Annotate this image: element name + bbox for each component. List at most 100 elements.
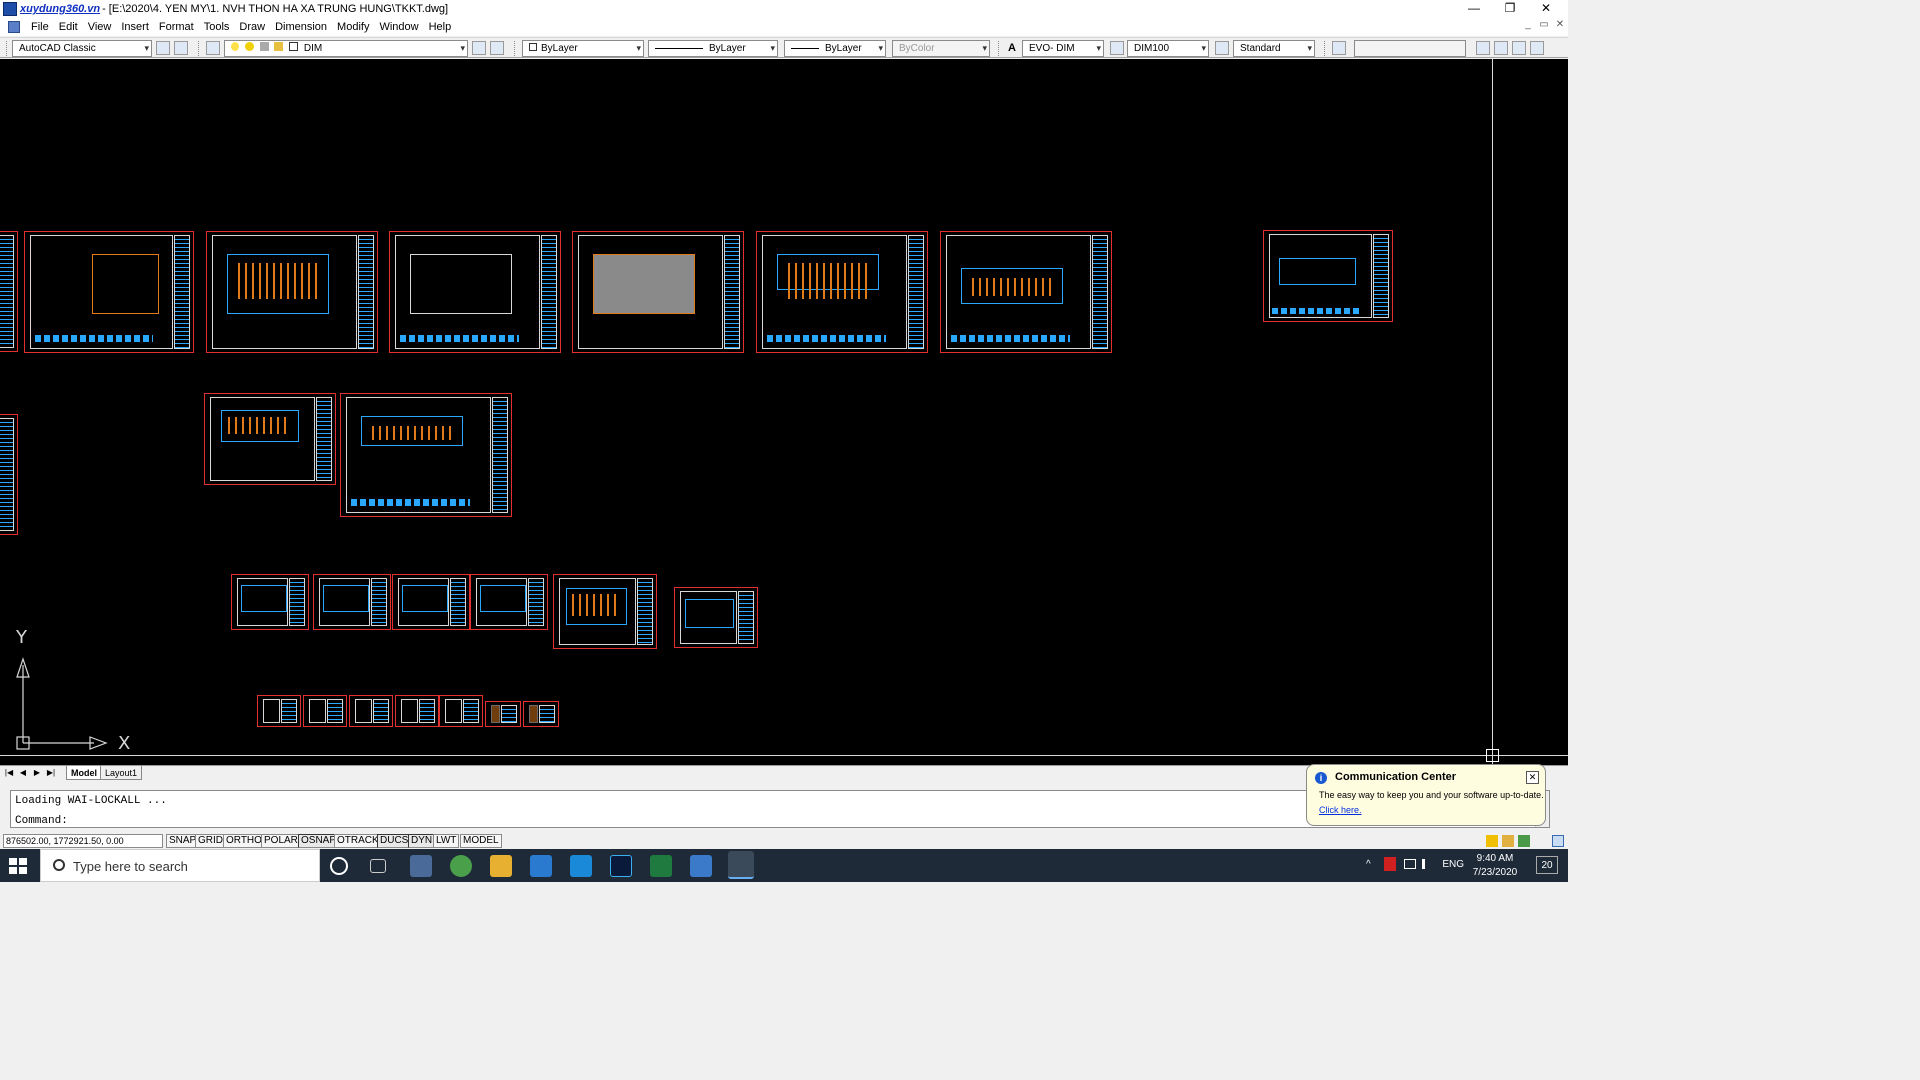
doc-restore-button[interactable]: ▭ [1536, 19, 1552, 30]
layer-properties-icon[interactable] [206, 41, 220, 55]
color-select[interactable]: ByLayer ▾ [522, 40, 644, 57]
ducs-toggle[interactable]: DUCS [377, 834, 412, 848]
next-tab-button[interactable]: ▶ [30, 767, 44, 779]
drawing-sheet-detail[interactable] [231, 574, 309, 630]
delete-layout-icon[interactable] [1512, 41, 1526, 55]
drawing-sheet-roof[interactable] [572, 231, 744, 353]
restore-button[interactable]: ❐ [1492, 0, 1528, 18]
calculator-icon[interactable] [410, 855, 432, 877]
menu-view[interactable]: View [83, 21, 117, 33]
otrack-toggle[interactable]: OTRACK [334, 834, 382, 848]
chevron-up-icon[interactable]: ^ [1366, 859, 1371, 870]
tray-settings-icon[interactable] [1518, 835, 1530, 847]
polar-toggle[interactable]: POLAR [261, 834, 301, 848]
drawing-sheet[interactable] [0, 231, 18, 352]
workspace-select[interactable]: AutoCAD Classic ▾ [12, 40, 152, 57]
grid-toggle[interactable]: GRID [195, 834, 226, 848]
antivirus-icon[interactable] [1384, 857, 1396, 871]
taskbar-clock[interactable]: 9:40 AM 7/23/2020 [1470, 852, 1520, 880]
task-view-icon[interactable] [370, 859, 386, 873]
prev-tab-button[interactable]: ◀ [16, 767, 30, 779]
clean-screen-icon[interactable] [1552, 835, 1564, 847]
doc-close-button[interactable]: ✕ [1552, 19, 1568, 30]
menu-edit[interactable]: Edit [54, 21, 83, 33]
drawing-sheet-small[interactable] [395, 695, 439, 727]
cortana-icon[interactable] [330, 857, 348, 875]
autocad-app-icon[interactable] [3, 2, 17, 16]
input-language[interactable]: ENG [1442, 859, 1464, 870]
drawing-sheet-section[interactable] [1263, 230, 1393, 322]
toolbar-grip[interactable] [998, 41, 1001, 56]
autocad-taskbar-icon[interactable] [728, 851, 754, 879]
make-object-layer-current-icon[interactable] [472, 41, 486, 55]
drawing-sheet-small[interactable] [485, 701, 521, 727]
mail-icon[interactable] [570, 855, 592, 877]
menu-file[interactable]: File [26, 21, 54, 33]
toolbar-grip[interactable] [198, 41, 201, 56]
balloon-close-button[interactable]: ✕ [1526, 771, 1539, 784]
workspace-settings-icon[interactable] [156, 41, 170, 55]
layout-icon[interactable] [1476, 41, 1490, 55]
menu-help[interactable]: Help [424, 21, 457, 33]
drawing-sheet-floor-plan[interactable] [206, 231, 378, 353]
drawing-sheet-elevation[interactable] [340, 393, 512, 517]
tab-layout1[interactable]: Layout1 [100, 766, 143, 780]
drawing-sheet-section[interactable] [204, 393, 336, 485]
block-editor-icon[interactable] [1332, 41, 1346, 55]
dim-style-select[interactable]: DIM100 ▾ [1127, 40, 1209, 57]
layer-select[interactable]: DIM ▾ [224, 40, 468, 57]
warning-icon[interactable] [1486, 835, 1498, 847]
toolbar-grip[interactable] [6, 41, 9, 56]
workspace-save-icon[interactable] [174, 41, 188, 55]
taskbar-search-box[interactable]: Type here to search [40, 849, 320, 882]
menu-format[interactable]: Format [154, 21, 199, 33]
text-style-icon[interactable]: A [1005, 41, 1019, 55]
new-layout-icon[interactable] [1494, 41, 1508, 55]
last-tab-button[interactable]: ▶| [44, 767, 58, 779]
balloon-link[interactable]: Click here. [1319, 805, 1362, 815]
menu-modify[interactable]: Modify [332, 21, 374, 33]
action-center-icon[interactable]: 20 [1536, 856, 1558, 874]
coccoc-browser-icon[interactable] [450, 855, 472, 877]
drawing-sheet-elevation[interactable] [756, 231, 928, 353]
first-tab-button[interactable]: |◀ [2, 767, 16, 779]
lock-icon[interactable] [1502, 835, 1514, 847]
lineweight-select[interactable]: ByLayer ▾ [784, 40, 886, 57]
ortho-toggle[interactable]: ORTHO [223, 834, 265, 848]
drawing-sheet-detail[interactable] [313, 574, 391, 630]
text-style-select[interactable]: EVO- DIM ▾ [1022, 40, 1104, 57]
doc-minimize-button[interactable]: _ [1520, 19, 1536, 30]
photos-icon[interactable] [690, 855, 712, 877]
drawing-area[interactable]: Y X [0, 59, 1568, 765]
toolbar-grip[interactable] [514, 41, 517, 56]
drawing-sheet[interactable] [0, 414, 18, 535]
drawing-sheet-small[interactable] [523, 701, 559, 727]
dyn-toggle[interactable]: DYN [408, 834, 436, 848]
close-button[interactable]: ✕ [1528, 0, 1564, 18]
layer-previous-icon[interactable] [490, 41, 504, 55]
dim-style-icon[interactable] [1110, 41, 1124, 55]
coordinates-display[interactable]: 876502.00, 1772921.50, 0.00 [3, 834, 163, 848]
network-icon[interactable] [1404, 859, 1416, 869]
menu-insert[interactable]: Insert [116, 21, 154, 33]
osnap-toggle[interactable]: OSNAP [298, 834, 340, 848]
menu-window[interactable]: Window [374, 21, 423, 33]
command-prompt[interactable]: Command: [15, 815, 68, 827]
drawing-sheet-notes[interactable] [24, 231, 194, 353]
linetype-select[interactable]: ByLayer ▾ [648, 40, 778, 57]
table-style-icon[interactable] [1215, 41, 1229, 55]
minimize-button[interactable]: — [1456, 0, 1492, 18]
model-toggle[interactable]: MODEL [460, 834, 502, 848]
drawing-sheet-detail[interactable] [674, 587, 758, 648]
copy-layout-icon[interactable] [1530, 41, 1544, 55]
drawing-sheet-elevation[interactable] [940, 231, 1112, 353]
drawing-sheet-small[interactable] [439, 695, 483, 727]
store-icon[interactable] [530, 855, 552, 877]
drawing-sheet-detail[interactable] [392, 574, 470, 630]
drawing-sheet-small[interactable] [303, 695, 347, 727]
table-style-select[interactable]: Standard ▾ [1233, 40, 1315, 57]
menu-dimension[interactable]: Dimension [270, 21, 332, 33]
photoshop-icon[interactable] [610, 855, 632, 877]
menu-tools[interactable]: Tools [199, 21, 235, 33]
lwt-toggle[interactable]: LWT [433, 834, 460, 848]
